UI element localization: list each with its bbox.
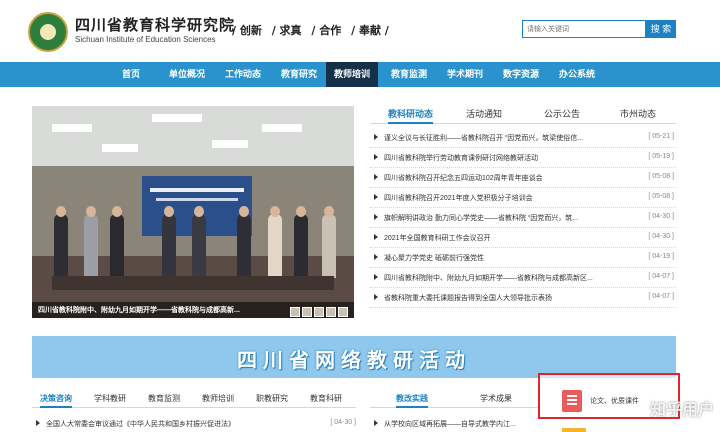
main-nav: 首页 单位概况 工作动态 教育研究 教师培训 教育监测 学术期刊 数字资源 办公… [0, 62, 720, 87]
list-item[interactable]: 凝心聚力学党史 砥砺前行强党性[ 04-19 ] [370, 248, 676, 268]
practice-tabs: 教改实践 学术成果 [370, 392, 538, 408]
tab-teacher-training[interactable]: 教师培训 [202, 392, 234, 408]
slide-thumbnail[interactable] [326, 307, 336, 317]
mottos: / 创新 / 求真 / 合作 / 奉献 / [232, 22, 395, 38]
photo-slideshow[interactable] [32, 106, 354, 318]
list-item[interactable]: 2021年全国教育科研工作会议召开[ 04-30 ] [370, 228, 676, 248]
nav-item-teacher-training[interactable]: 教师培训 [326, 62, 378, 87]
tab-announcements[interactable]: 公示公告 [544, 104, 580, 124]
bullet-icon [374, 234, 378, 240]
tab-edu-science[interactable]: 教育科研 [310, 392, 342, 408]
list-item[interactable]: 旗帜解明讲政治 勤力同心学党史——省教科院 “因党而兴，筑...[ 04-30 … [370, 208, 676, 228]
list-item[interactable]: 四川省教科院召开纪念五四运动102周年青年座谈会[ 05-08 ] [370, 168, 676, 188]
nav-item-monitoring[interactable]: 教育监测 [386, 62, 432, 87]
slideshow-thumbnails [288, 304, 348, 317]
online-research-banner[interactable]: 四川省网络教研活动 [32, 336, 676, 378]
banner-title: 四川省网络教研活动 [237, 348, 471, 372]
nav-item-news[interactable]: 工作动态 [220, 62, 266, 87]
bullet-icon [374, 420, 378, 426]
list-item[interactable]: 四川省教科院附中、附幼九月如期开学——省教科院与成都高新区...[ 04-07 … [370, 268, 676, 288]
tab-subject-research[interactable]: 学科教研 [94, 392, 126, 408]
list-item[interactable]: 谨义全议与长征胜利——省教科院召开 “因党而兴，筑梁使俗信...[ 05-21 … [370, 128, 676, 148]
motto-4: / 奉献 / [351, 24, 389, 37]
tab-reform-practice[interactable]: 教改实践 [396, 392, 428, 408]
watermark: 知乎用户 [650, 402, 715, 419]
motto-2: / 求真 [271, 24, 302, 37]
nav-item-journal[interactable]: 学术期刊 [442, 62, 488, 87]
nav-item-about[interactable]: 单位概况 [164, 62, 210, 87]
document-icon[interactable] [562, 390, 582, 412]
nav-item-research[interactable]: 教育研究 [276, 62, 322, 87]
bullet-icon [374, 194, 378, 200]
tab-vocational-research[interactable]: 职教研究 [256, 392, 288, 408]
nav-item-office-system[interactable]: 办公系统 [554, 62, 600, 87]
slide-thumbnail[interactable] [314, 307, 324, 317]
tab-research-news[interactable]: 教科研动态 [388, 104, 434, 124]
nav-item-home[interactable]: 首页 [114, 62, 148, 87]
bullet-icon [374, 254, 378, 260]
float-widget-label[interactable]: 论文、优质课件 [590, 396, 639, 406]
bullet-icon [36, 420, 40, 426]
site-title[interactable]: 四川省教育科学研究院 [75, 14, 235, 35]
bullet-icon [374, 134, 378, 140]
search-button[interactable]: 搜 索 [646, 20, 676, 38]
list-item[interactable]: 全国人大常委会审议通过《中华人民共和国乡村振兴促进法》 [ 04-30 ] [32, 416, 356, 430]
bullet-icon [374, 214, 378, 220]
tab-notices[interactable]: 活动通知 [466, 104, 502, 124]
yellow-widget-tab[interactable] [562, 428, 586, 432]
list-item[interactable]: 从学校向区域再拓展——自导式教学内江... [370, 416, 538, 430]
list-item[interactable]: 四川省教科院举行劳动教育课例研讨网络教研活动[ 05-19 ] [370, 148, 676, 168]
search-input[interactable]: 请输入关键词 [522, 20, 646, 38]
site-header: 四川省教育科学研究院 Sichuan Institute of Educatio… [0, 0, 720, 62]
tab-edu-monitoring[interactable]: 教育监测 [148, 392, 180, 408]
slideshow-caption[interactable]: 四川省教科院附中、附幼九月如期开学——省教科院与成都高新... [38, 305, 240, 315]
slide-thumbnail[interactable] [338, 307, 348, 317]
tab-academic-results[interactable]: 学术成果 [480, 392, 512, 408]
motto-1: / 创新 [232, 24, 262, 37]
site-subtitle: Sichuan Institute of Education Sciences [75, 35, 216, 44]
slide-thumbnail[interactable] [302, 307, 312, 317]
list-item[interactable]: 四川省教科院召开2021年度入党积极分子培训会[ 05-08 ] [370, 188, 676, 208]
bullet-icon [374, 174, 378, 180]
slide-thumbnail[interactable] [290, 307, 300, 317]
bullet-icon [374, 154, 378, 160]
list-item[interactable]: 省教科院重大委托课题报告得到全国人大领导批示表扬[ 04-07 ] [370, 288, 676, 308]
tab-policy-advice[interactable]: 决策咨询 [40, 392, 72, 408]
policy-tabs: 决策咨询 学科教研 教育监测 教师培训 职教研究 教育科研 [32, 392, 356, 408]
bullet-icon [374, 274, 378, 280]
institute-logo-icon[interactable] [28, 12, 68, 52]
slideshow-caption-bar: 四川省教科院附中、附幼九月如期开学——省教科院与成都高新... [32, 302, 354, 318]
tab-city-news[interactable]: 市州动态 [620, 104, 656, 124]
nav-item-digital-resources[interactable]: 数字资源 [498, 62, 544, 87]
motto-3: / 合作 [311, 24, 342, 37]
bullet-icon [374, 294, 378, 300]
news-tabs: 教科研动态 活动通知 公示公告 市州动态 [370, 104, 676, 124]
